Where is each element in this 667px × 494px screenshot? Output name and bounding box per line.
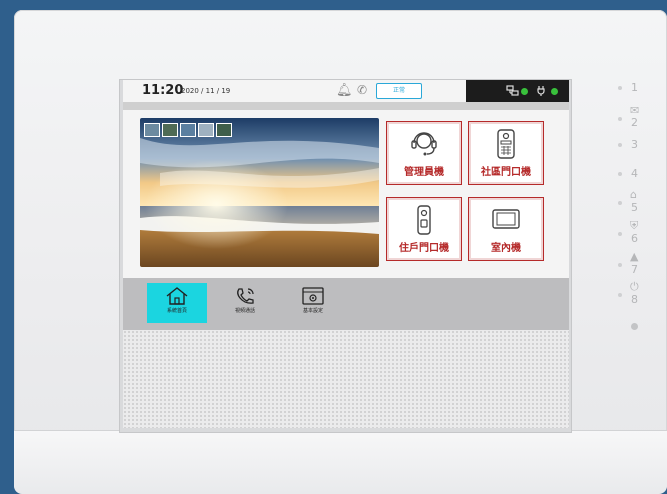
key-number: 7 — [631, 263, 638, 276]
beach-wallpaper[interactable] — [140, 118, 379, 267]
nav-label: 視頻通話 — [234, 308, 255, 314]
bottom-nav: 系統首頁 視頻通話 基本設定 — [123, 278, 569, 330]
indicator-light-icon — [631, 323, 638, 330]
bell-icon[interactable]: 🔔︎ — [336, 83, 353, 98]
status-divider — [123, 102, 569, 110]
key-number: 8 — [631, 293, 638, 306]
nav-home[interactable]: 系統首頁 — [147, 283, 207, 323]
door-station-icon — [497, 129, 515, 159]
network-ok-icon — [521, 88, 528, 95]
key-number: 3 — [631, 138, 638, 151]
tile-manager[interactable]: 管理員機 — [386, 121, 462, 185]
monitor-icon — [492, 209, 520, 229]
doorbell-icon — [417, 205, 431, 235]
plug-icon — [537, 86, 545, 96]
house-key-icon: ⌂ — [630, 188, 637, 201]
indicator-dot — [618, 117, 622, 121]
settings-icon — [302, 287, 324, 305]
key-number: 6 — [631, 232, 638, 245]
indicator-dot — [618, 143, 622, 147]
key-number: 2 — [631, 116, 638, 129]
nav-video-call[interactable]: 視頻通話 — [215, 283, 275, 323]
tile-resident-door[interactable]: 住戶門口機 — [386, 197, 462, 261]
speaker-grille — [123, 330, 569, 428]
indicator-dot — [618, 232, 622, 236]
power-icon: ⏻ — [630, 280, 639, 293]
side-key-8[interactable]: ⏻ 8 — [612, 280, 652, 306]
thumbnail[interactable] — [144, 123, 160, 137]
nav-settings[interactable]: 基本設定 — [283, 283, 343, 323]
tile-label: 室內機 — [491, 243, 521, 254]
wallpaper-thumbnails — [144, 123, 234, 142]
thumbnail[interactable] — [180, 123, 196, 137]
clock-time: 11:20 — [142, 83, 184, 98]
key-number: 1 — [631, 81, 638, 94]
home-icon — [166, 287, 188, 305]
touch-screen: 11:20 2020 / 11 / 19 🔔︎ ✆ 正常 管理員機 社區門口機 … — [123, 80, 569, 330]
indicator-dot — [618, 86, 622, 90]
device-lower-band — [14, 430, 667, 494]
thumbnail[interactable] — [198, 123, 214, 137]
indicator-dot — [618, 201, 622, 205]
thumbnail[interactable] — [216, 123, 232, 137]
nav-label: 基本設定 — [302, 308, 323, 314]
status-bar: 11:20 2020 / 11 / 19 🔔︎ ✆ 正常 — [123, 80, 569, 102]
side-key-3[interactable]: 3 — [612, 136, 652, 156]
call-status-icon[interactable]: ✆ — [357, 83, 367, 97]
side-key-2[interactable]: ✉ 2 — [612, 104, 652, 130]
network-icon — [506, 85, 519, 96]
tile-label: 住戶門口機 — [399, 243, 449, 254]
key-number: 4 — [631, 167, 638, 180]
key-number: 5 — [631, 201, 638, 214]
nav-label: 系統首頁 — [166, 308, 187, 314]
tile-indoor-unit[interactable]: 室內機 — [468, 197, 544, 261]
thumbnail[interactable] — [162, 123, 178, 137]
headset-icon — [411, 132, 437, 156]
mode-badge[interactable]: 正常 — [376, 83, 422, 99]
side-key-7[interactable]: ▲ 7 — [612, 250, 652, 276]
indicator-dot — [618, 172, 622, 176]
warning-icon: ▲ — [630, 250, 639, 263]
side-key-5[interactable]: ⌂ 5 — [612, 188, 652, 214]
indicator-dot — [618, 293, 622, 297]
side-key-light[interactable] — [612, 318, 652, 338]
tile-label: 社區門口機 — [481, 167, 531, 178]
power-ok-icon — [551, 88, 558, 95]
shield-icon: ⛨ — [630, 219, 639, 232]
home-content: 管理員機 社區門口機 住戶門口機 室內機 — [123, 110, 569, 278]
side-key-1[interactable]: 1 — [612, 79, 652, 99]
indicator-dot — [618, 263, 622, 267]
clock-date: 2020 / 11 / 19 — [181, 87, 231, 95]
tile-community-door[interactable]: 社區門口機 — [468, 121, 544, 185]
phone-icon — [237, 288, 254, 304]
side-key-6[interactable]: ⛨ 6 — [612, 219, 652, 245]
connection-status — [466, 80, 569, 102]
side-key-4[interactable]: 4 — [612, 165, 652, 185]
tile-label: 管理員機 — [404, 167, 444, 178]
